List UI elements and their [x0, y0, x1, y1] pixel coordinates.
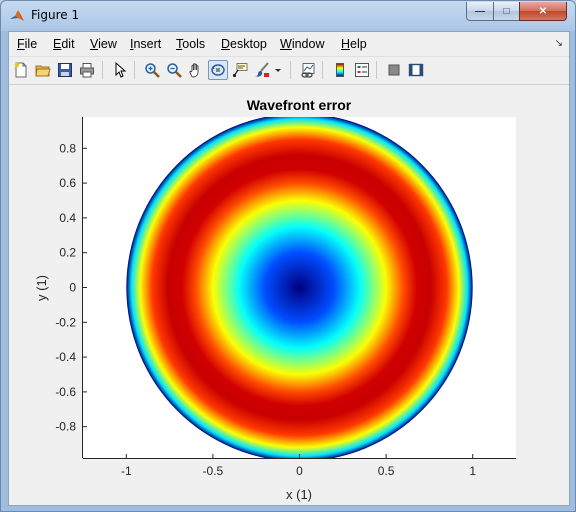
toolbar-separator: [102, 61, 103, 79]
y-tick-label: 0.8: [59, 141, 76, 155]
figure-client-area: File Edit View Insert Tools Desktop Wind…: [8, 31, 570, 506]
y-tick-label: -0.2: [55, 315, 76, 329]
x-axis-label: x (1): [286, 487, 312, 502]
x-tick-label: 0: [296, 464, 303, 478]
menu-desktop[interactable]: Desktop: [221, 37, 267, 51]
insert-colorbar-icon[interactable]: [330, 60, 350, 80]
maximize-button[interactable]: □: [493, 2, 520, 21]
menu-bar: File Edit View Insert Tools Desktop Wind…: [9, 32, 569, 57]
dock-arrow-icon[interactable]: ↘: [555, 38, 563, 49]
hide-plot-tools-icon[interactable]: [384, 60, 404, 80]
x-tick-label: -0.5: [203, 464, 224, 478]
toolbar-separator: [134, 61, 135, 79]
new-figure-icon[interactable]: [11, 60, 31, 80]
save-icon[interactable]: [55, 60, 75, 80]
menu-tools[interactable]: Tools: [176, 37, 205, 51]
wavefront-plot[interactable]: -1 -0.5 0 0.5 1 0.8 0.6 0.4 0.2 0 -0.2 -0.4 -0.6 -0.8…: [9, 85, 569, 505]
wavefront-surface[interactable]: [126, 114, 473, 462]
menu-window[interactable]: Window: [280, 37, 324, 51]
brush-dropdown-icon[interactable]: [272, 60, 284, 80]
y-tick-label: -0.6: [55, 385, 76, 399]
x-tick-label: 1: [469, 464, 476, 478]
y-tick-label: -0.4: [55, 350, 76, 364]
window-title: Figure 1: [31, 8, 80, 22]
data-cursor-icon[interactable]: [230, 60, 250, 80]
show-plot-tools-icon[interactable]: [406, 60, 426, 80]
minimize-button[interactable]: —: [466, 2, 494, 21]
brush-icon[interactable]: [252, 60, 272, 80]
open-file-icon[interactable]: [33, 60, 53, 80]
menu-help[interactable]: Help: [341, 37, 367, 51]
zoom-in-icon[interactable]: [142, 60, 162, 80]
y-tick-label: 0.6: [59, 176, 76, 190]
figure-window: Figure 1 — □ ✕ File Edit View Insert Too…: [0, 0, 576, 512]
x-tick-label: -1: [121, 464, 132, 478]
y-tick-label: 0: [69, 281, 76, 295]
y-tick-label: -0.8: [55, 420, 76, 434]
y-tick-label: 0.2: [59, 246, 76, 260]
figure-toolbar: [9, 57, 569, 85]
toolbar-separator: [322, 61, 323, 79]
print-icon[interactable]: [77, 60, 97, 80]
menu-edit[interactable]: Edit: [53, 37, 75, 51]
zoom-out-icon[interactable]: [164, 60, 184, 80]
plot-title: Wavefront error: [247, 97, 352, 113]
matlab-logo-icon: [10, 10, 24, 21]
toolbar-separator: [290, 61, 291, 79]
figure-canvas[interactable]: -1 -0.5 0 0.5 1 0.8 0.6 0.4 0.2 0 -0.2 -0.4 -0.6 -0.8…: [9, 85, 569, 505]
title-bar[interactable]: Figure 1 — □ ✕: [1, 1, 575, 31]
edit-plot-arrow-icon[interactable]: [110, 60, 130, 80]
insert-legend-icon[interactable]: [352, 60, 372, 80]
menu-insert[interactable]: Insert: [130, 37, 161, 51]
menu-view[interactable]: View: [90, 37, 117, 51]
link-plot-icon[interactable]: [298, 60, 318, 80]
rotate-3d-icon[interactable]: [208, 60, 228, 80]
y-axis-label: y (1): [34, 275, 49, 301]
toolbar-separator: [376, 61, 377, 79]
menu-file[interactable]: File: [17, 37, 37, 51]
y-tick-label: 0.4: [59, 211, 76, 225]
close-button[interactable]: ✕: [519, 2, 567, 21]
x-tick-label: 0.5: [378, 464, 395, 478]
pan-hand-icon[interactable]: [186, 60, 206, 80]
